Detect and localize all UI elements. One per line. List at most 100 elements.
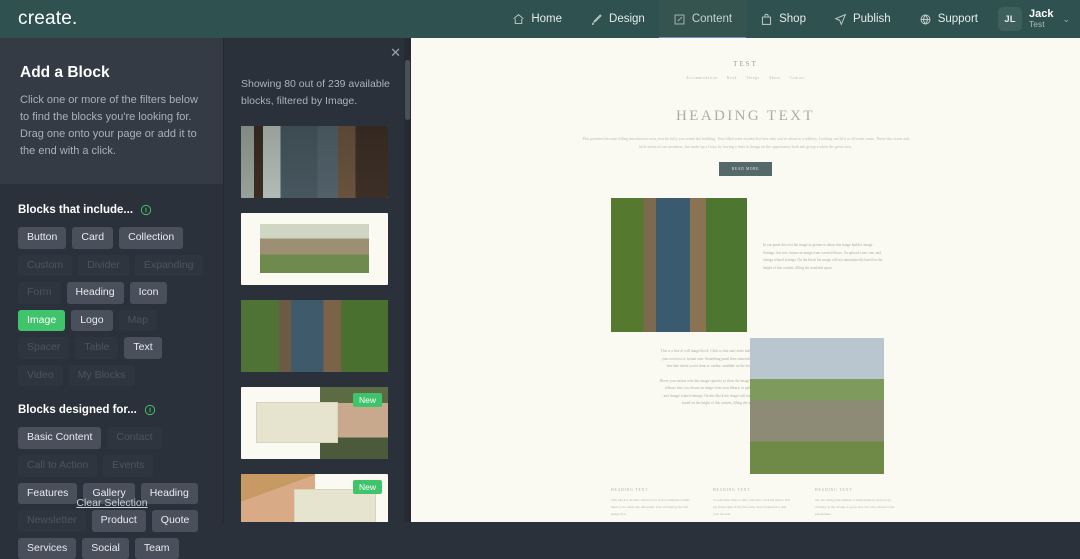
preview-column: HEADING TEXT To add some lines to this co… — [713, 488, 793, 517]
filter-group-title-designed-for: Blocks designed for... — [18, 404, 205, 416]
pencil-square-icon — [673, 13, 686, 26]
globe-icon — [919, 13, 932, 26]
preview-text-image-section: This is a first of will image block. Cli… — [411, 338, 1080, 475]
preview-hero-heading: HEADING TEXT — [676, 108, 815, 124]
preview-three-column-section: HEADING TEXT This block is set here selec… — [611, 488, 896, 517]
preview-nav-item: Contact — [789, 76, 805, 80]
filter-tag-table: Table — [75, 337, 119, 359]
preview-column-body: This block is set here selected our of h… — [611, 498, 690, 516]
avatar: JL — [997, 7, 1022, 31]
preview-column: HEADING TEXT This block is set here selec… — [611, 488, 691, 517]
nav-item-shop[interactable]: Shop — [746, 0, 820, 38]
filter-tag-contact: Contact — [107, 427, 162, 450]
filter-tag-icon[interactable]: Icon — [129, 282, 168, 304]
filter-tag-expanding: Expanding — [134, 254, 203, 277]
clear-selection-container: Clear Selection — [0, 493, 224, 511]
preview-column-body: Set can change the number of items items… — [815, 498, 895, 516]
nav-item-publish[interactable]: Publish — [820, 0, 905, 38]
filter-tag-collection[interactable]: Collection — [119, 227, 184, 249]
preview-column-heading: HEADING TEXT — [713, 488, 751, 493]
preview-hero-button[interactable]: READ MORE — [718, 162, 773, 177]
filter-tag-call-to-action: Call to Action — [18, 455, 98, 477]
add-block-header: Add a Block Click one or more of the fil… — [0, 38, 223, 185]
stone-building-photo — [750, 338, 884, 475]
preview-column-body: To add some lines to this collection, cl… — [713, 498, 791, 516]
filter-tag-product[interactable]: Product — [91, 510, 146, 532]
filter-group-label: Blocks that include... — [18, 204, 134, 217]
preview-nav-item: About — [768, 76, 781, 80]
doorway-full-bleed-image-block[interactable] — [241, 299, 388, 372]
close-icon[interactable]: ✕ — [390, 46, 401, 59]
portrait-with-text-card-block[interactable]: New — [241, 386, 388, 459]
top-navigation-bar: create. Home Design Content Shop Publish… — [0, 0, 1080, 40]
lounge-interior-image-block[interactable] — [241, 125, 388, 198]
nav-item-home[interactable]: Home — [498, 0, 576, 38]
preview-column-heading: HEADING TEXT — [815, 488, 853, 493]
portrait-left-text-card-block[interactable]: New — [241, 473, 388, 522]
bag-icon — [760, 13, 773, 26]
nav-label-publish: Publish — [852, 13, 891, 25]
new-badge: New — [352, 392, 382, 407]
filter-tag-social[interactable]: Social — [82, 537, 129, 559]
filter-tag-image[interactable]: Image — [18, 309, 66, 332]
preview-column-heading: HEADING TEXT — [611, 488, 649, 493]
nav-label-home: Home — [531, 13, 563, 25]
user-subtitle: Test — [1028, 19, 1045, 30]
nav-item-design[interactable]: Design — [576, 0, 659, 38]
user-menu[interactable]: JL Jack Test ⌄ — [992, 0, 1080, 38]
filter-tag-map: Map — [118, 309, 157, 332]
filter-tag-form: Form — [18, 282, 61, 304]
nav-item-support[interactable]: Support — [905, 0, 992, 38]
block-thumbnail-list: New New — [225, 110, 411, 522]
app-logo[interactable]: create. — [0, 8, 224, 30]
nav-item-content[interactable]: Content — [658, 0, 747, 40]
nav-label-content: Content — [691, 13, 733, 25]
filter-tag-newsletter: Newsletter — [18, 510, 86, 532]
block-results-panel: ✕ Showing 80 out of 239 available blocks… — [225, 38, 411, 522]
results-scrollbar[interactable] — [404, 38, 411, 522]
clear-selection-link[interactable]: Clear Selection — [76, 497, 147, 509]
filter-tag-team[interactable]: Team — [134, 537, 179, 559]
info-circle-icon[interactable] — [144, 404, 156, 416]
home-icon — [512, 13, 525, 26]
filter-group-title-includes: Blocks that include... — [18, 204, 205, 216]
preview-nav-item: Accommodation — [686, 76, 718, 80]
nav-label-support: Support — [937, 13, 978, 25]
filter-tag-quote[interactable]: Quote — [151, 510, 199, 532]
preview-image-text-section: In our panel this text the image as grea… — [411, 198, 1080, 333]
new-badge: New — [352, 479, 382, 494]
filter-tag-services[interactable]: Services — [18, 537, 77, 559]
filter-tag-divider: Divider — [78, 254, 129, 277]
info-circle-icon[interactable] — [140, 204, 152, 216]
scrollbar-thumb[interactable] — [405, 60, 410, 120]
preview-section1-text: In our panel this text the image as grea… — [763, 243, 883, 270]
filter-tag-button[interactable]: Button — [18, 227, 67, 249]
preview-hero-section: HEADING TEXT This problem because fillin… — [411, 108, 1080, 177]
preview-nav-item: Book — [726, 76, 737, 80]
preview-site-title: TEST — [733, 60, 758, 68]
preview-nav-item: Things — [746, 76, 760, 80]
filter-tag-custom: Custom — [18, 254, 73, 277]
thatched-cottage-image-block[interactable] — [241, 212, 388, 285]
doorway-photo — [611, 198, 747, 333]
filter-tags-includes: Button Card Collection Custom Divider Expandi… — [18, 227, 205, 387]
paper-plane-icon — [834, 13, 847, 26]
results-count-note: Showing 80 out of 239 available blocks, … — [241, 78, 390, 107]
filter-tag-events: Events — [103, 455, 154, 477]
filter-tag-heading[interactable]: Heading — [66, 282, 124, 304]
app-logo-text: create — [18, 8, 73, 29]
page-title: Add a Block — [20, 64, 110, 81]
filter-tag-logo[interactable]: Logo — [71, 309, 113, 332]
filter-tag-basic-content[interactable]: Basic Content — [18, 427, 102, 450]
page-preview: TEST Accommodation Book Things About Contact… — [411, 38, 1080, 522]
filter-tag-text[interactable]: Text — [124, 337, 162, 359]
preview-hero-body: This problem because filling introductio… — [582, 136, 909, 149]
app-logo-dot: . — [72, 8, 78, 29]
brush-icon — [590, 13, 603, 26]
filter-tag-card[interactable]: Card — [72, 227, 114, 249]
nav-label-shop: Shop — [779, 13, 806, 25]
filter-tag-spacer: Spacer — [18, 337, 70, 359]
panel-description: Click one or more of the filters below t… — [20, 94, 198, 158]
chevron-down-icon: ⌄ — [1062, 13, 1070, 24]
nav-label-design: Design — [609, 13, 645, 25]
